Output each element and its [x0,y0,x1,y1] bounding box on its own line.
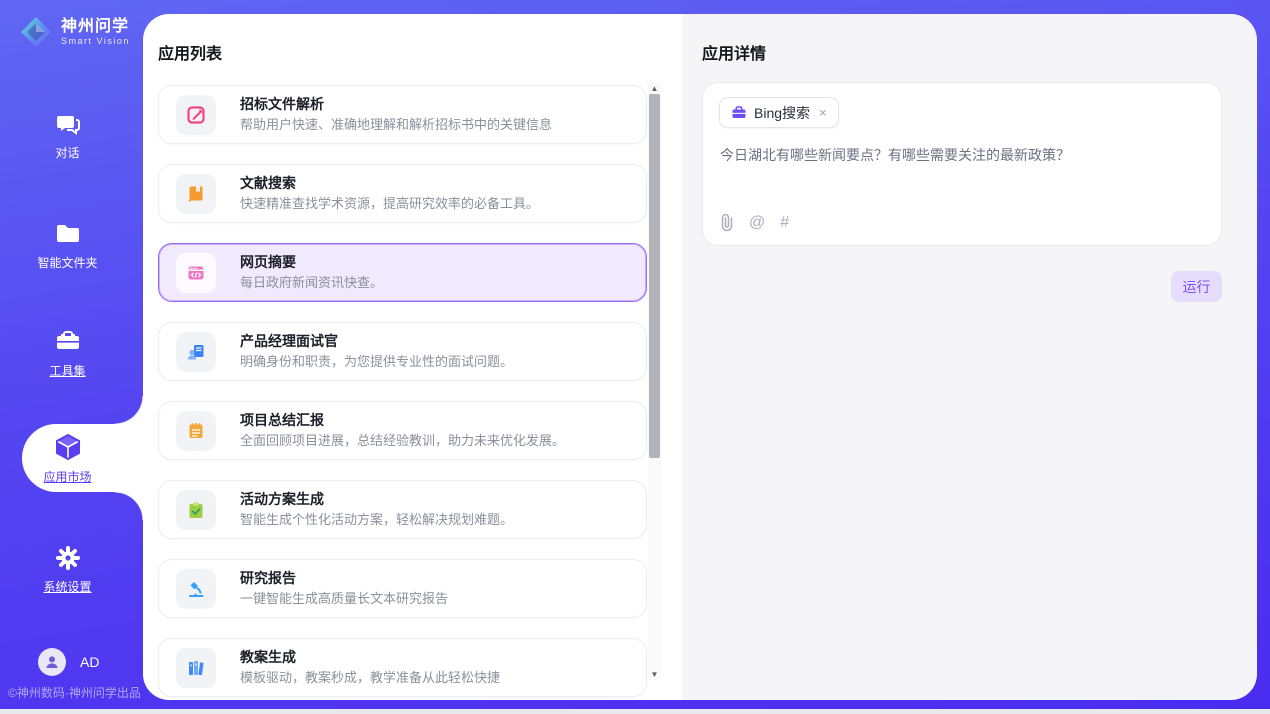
app-list-scrollbar[interactable]: ▲ ▼ [648,82,661,680]
briefcase-icon [731,105,747,121]
prompt-input[interactable]: 今日湖北有哪些新闻要点？有哪些需要关注的最新政策？ [720,145,1200,165]
app-list-panel: 应用列表 招标文件解析 帮助用户快速、准确地理解和解析招标书中的关键信息 [143,14,682,700]
app-cards: 招标文件解析 帮助用户快速、准确地理解和解析招标书中的关键信息 文献搜索 [158,85,647,700]
tool-tag-bing-search[interactable]: Bing搜索 × [719,97,839,128]
sidebar-item-smart-folder[interactable]: 工具集 智能文件夹 [0,220,135,272]
composer-toolbar: @ # [720,214,789,231]
bubble-curve-top [115,396,143,424]
app-detail-panel: 应用详情 Bing搜索 × 今日湖北有哪些新闻要点？有哪些需要关注的最新政策？ [682,14,1257,700]
copyright-text: ©神州数码·神州问学出品 [8,684,141,701]
scrollbar-thumb[interactable] [649,94,660,458]
app-name: 活动方案生成 [240,491,513,508]
app-logo: 神州问学 Smart Vision [18,14,130,50]
app-description: 快速精准查找学术资源，提高研究效率的必备工具。 [240,196,539,212]
app-name: 研究报告 [240,570,448,587]
user-account[interactable]: AD [38,648,99,676]
mention-icon[interactable]: @ [749,215,765,231]
app-window: 神州问学 Smart Vision 对话 工具集 智能 [0,0,1270,709]
clipboard-check-icon [176,490,216,530]
app-name: 项目总结汇报 [240,412,565,429]
toolbox-icon [54,328,82,356]
sidebar-item-app-market[interactable]: 应用市场 [0,432,135,486]
scrollbar-down-arrow-icon[interactable]: ▼ [648,668,661,680]
app-description: 帮助用户快速、准确地理解和解析招标书中的关键信息 [240,117,552,133]
app-description: 明确身份和职责，为您提供专业性的面试问题。 [240,354,513,370]
sidebar-item-settings[interactable]: 系统设置 [0,544,135,596]
app-card-event-plan[interactable]: 活动方案生成 智能生成个性化活动方案，轻松解决规划难题。 [158,480,647,539]
sidebar: 神州问学 Smart Vision 对话 工具集 智能 [0,0,135,709]
attachment-icon[interactable] [720,214,734,231]
sidebar-item-label: 系统设置 [43,580,91,594]
app-name: 网页摘要 [240,254,383,271]
logo-title: 神州问学 [61,18,130,36]
app-card-pm-interviewer[interactable]: 产品经理面试官 明确身份和职责，为您提供专业性的面试问题。 [158,322,647,381]
app-card-bid-document-parse[interactable]: 招标文件解析 帮助用户快速、准确地理解和解析招标书中的关键信息 [158,85,647,144]
app-description: 一键智能生成高质量长文本研究报告 [240,591,448,607]
microscope-icon [176,569,216,609]
scrollbar-up-arrow-icon[interactable]: ▲ [648,82,661,94]
sidebar-item-label: 应用市场 [43,470,91,484]
run-button[interactable]: 运行 [1171,271,1222,302]
app-detail-title: 应用详情 [702,40,766,64]
app-name: 招标文件解析 [240,96,552,113]
document-edit-icon [176,95,216,135]
app-name: 教案生成 [240,649,500,666]
avatar [38,648,66,676]
app-name: 产品经理面试官 [240,333,513,350]
books-icon [176,648,216,688]
close-icon[interactable]: × [819,105,827,120]
sidebar-item-label: 工具集 [49,364,85,378]
main-content: 应用列表 招标文件解析 帮助用户快速、准确地理解和解析招标书中的关键信息 [143,14,1257,700]
logo-subtitle: Smart Vision [61,36,130,47]
gear-icon [54,544,82,572]
sidebar-item-label: 对话 [55,146,79,160]
app-card-web-summary[interactable]: 网页摘要 每日政府新闻资讯快查。 [158,243,647,302]
hash-icon[interactable]: # [780,215,789,231]
sidebar-item-label: 智能文件夹 [37,256,97,270]
sidebar-item-toolset[interactable]: 工具集 [0,328,135,380]
app-description: 每日政府新闻资讯快查。 [240,275,383,291]
app-card-research-report[interactable]: 研究报告 一键智能生成高质量长文本研究报告 [158,559,647,618]
user-name: AD [80,654,99,670]
interviewer-icon [176,332,216,372]
sidebar-item-chat[interactable]: 对话 [0,110,135,162]
app-name: 文献搜索 [240,175,539,192]
web-code-icon [176,253,216,293]
app-description: 模板驱动，教案秒成，教学准备从此轻松快捷 [240,670,500,686]
app-description: 全面回顾项目进展，总结经验教训，助力未来优化发展。 [240,433,565,449]
book-icon [176,174,216,214]
logo-diamond-icon [18,14,54,50]
notepad-icon [176,411,216,451]
app-card-literature-search[interactable]: 文献搜索 快速精准查找学术资源，提高研究效率的必备工具。 [158,164,647,223]
app-card-lesson-plan[interactable]: 教案生成 模板驱动，教案秒成，教学准备从此轻松快捷 [158,638,647,697]
folder-icon [54,220,82,248]
app-description: 智能生成个性化活动方案，轻松解决规划难题。 [240,512,513,528]
chat-icon [54,110,82,138]
app-list-title: 应用列表 [158,40,222,64]
prompt-card[interactable]: Bing搜索 × 今日湖北有哪些新闻要点？有哪些需要关注的最新政策？ @ # [702,82,1222,246]
tool-tag-label: Bing搜索 [754,103,810,123]
cube-icon [53,432,83,462]
app-card-project-summary[interactable]: 项目总结汇报 全面回顾项目进展，总结经验教训，助力未来优化发展。 [158,401,647,460]
bubble-curve-bottom [115,492,143,520]
